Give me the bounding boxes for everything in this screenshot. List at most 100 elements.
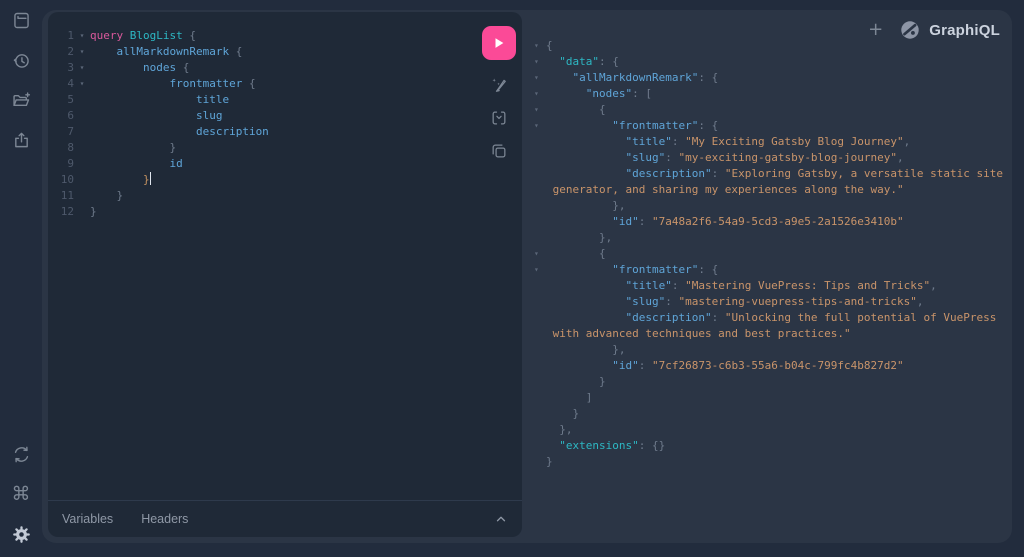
execute-query-button[interactable] bbox=[482, 26, 516, 60]
code-line: "description": "Exploring Gatsby, a vers… bbox=[532, 166, 1010, 182]
line-number: 3 bbox=[56, 60, 74, 76]
merge-icon[interactable] bbox=[487, 106, 511, 130]
code-line: 9 id bbox=[56, 156, 474, 172]
code-line: 10 } bbox=[56, 172, 474, 188]
prettify-icon[interactable] bbox=[487, 73, 511, 97]
tab-variables[interactable]: Variables bbox=[62, 512, 113, 526]
code-line: } bbox=[532, 454, 1010, 470]
code-line: 8 } bbox=[56, 140, 474, 156]
query-editor[interactable]: 1▾query BlogList {2▾ allMarkdownRemark {… bbox=[56, 28, 474, 497]
chevron-up-icon[interactable] bbox=[494, 512, 508, 526]
code-line: 3▾ nodes { bbox=[56, 60, 474, 76]
fold-gutter bbox=[532, 278, 546, 294]
fold-arrow-icon[interactable]: ▾ bbox=[74, 28, 90, 44]
response-panel: + GraphiQL ▾{▾ "data": {▾ "allMarkdownRe… bbox=[528, 10, 1012, 543]
code-line: "id": "7cf26873-c6b3-55a6-b04c-799fc4b82… bbox=[532, 358, 1010, 374]
fold-gutter bbox=[532, 358, 546, 374]
line-number: 2 bbox=[56, 44, 74, 60]
fold-gutter bbox=[532, 182, 546, 198]
fold-gutter bbox=[532, 150, 546, 166]
settings-gear-icon[interactable] bbox=[9, 522, 33, 546]
fold-gutter bbox=[532, 310, 546, 326]
fold-gutter bbox=[532, 454, 546, 470]
fold-arrow-icon[interactable]: ▾ bbox=[74, 60, 90, 76]
response-viewer: ▾{▾ "data": {▾ "allMarkdownRemark": {▾ "… bbox=[532, 38, 1010, 539]
code-line: ▾ "frontmatter": { bbox=[532, 118, 1010, 134]
fold-gutter bbox=[532, 166, 546, 182]
line-number: 7 bbox=[56, 124, 74, 140]
line-number: 6 bbox=[56, 108, 74, 124]
fold-gutter bbox=[532, 422, 546, 438]
code-line: ▾ "frontmatter": { bbox=[532, 262, 1010, 278]
fold-arrow-icon[interactable]: ▾ bbox=[532, 246, 546, 262]
play-icon bbox=[492, 36, 506, 50]
code-line: ▾ "allMarkdownRemark": { bbox=[532, 70, 1010, 86]
fold-arrow-icon[interactable]: ▾ bbox=[532, 38, 546, 54]
fold-gutter bbox=[74, 172, 90, 188]
fold-arrow-icon[interactable]: ▾ bbox=[74, 44, 90, 60]
line-number: 11 bbox=[56, 188, 74, 204]
text-cursor bbox=[150, 172, 152, 185]
fold-gutter bbox=[532, 438, 546, 454]
line-number: 5 bbox=[56, 92, 74, 108]
code-line: }, bbox=[532, 198, 1010, 214]
sidebar: ⌘ bbox=[0, 0, 42, 557]
code-line: "slug": "mastering-vuepress-tips-and-tri… bbox=[532, 294, 1010, 310]
refetch-icon[interactable] bbox=[9, 442, 33, 466]
history-icon[interactable] bbox=[9, 48, 33, 72]
line-number: 9 bbox=[56, 156, 74, 172]
fold-gutter bbox=[74, 140, 90, 156]
code-line: ▾ { bbox=[532, 102, 1010, 118]
code-line: "extensions": {} bbox=[532, 438, 1010, 454]
export-icon[interactable] bbox=[9, 128, 33, 152]
fold-arrow-icon[interactable]: ▾ bbox=[74, 76, 90, 92]
shortcuts-icon[interactable]: ⌘ bbox=[9, 482, 33, 506]
fold-gutter bbox=[532, 406, 546, 422]
brand-text: GraphiQL bbox=[929, 22, 1000, 39]
fold-arrow-icon[interactable]: ▾ bbox=[532, 262, 546, 278]
fold-gutter bbox=[532, 134, 546, 150]
code-line: generator, and sharing my experiences al… bbox=[532, 182, 1010, 198]
fold-arrow-icon[interactable]: ▾ bbox=[532, 70, 546, 86]
fold-arrow-icon[interactable]: ▾ bbox=[532, 54, 546, 70]
fold-gutter bbox=[74, 156, 90, 172]
code-line: ] bbox=[532, 390, 1010, 406]
fold-gutter bbox=[532, 198, 546, 214]
fold-gutter bbox=[532, 326, 546, 342]
fold-gutter bbox=[74, 124, 90, 140]
code-line: "slug": "my-exciting-gatsby-blog-journey… bbox=[532, 150, 1010, 166]
main-panel: 1▾query BlogList {2▾ allMarkdownRemark {… bbox=[42, 10, 1012, 543]
fold-gutter bbox=[532, 294, 546, 310]
footer-tabs: Variables Headers bbox=[48, 500, 522, 537]
fold-gutter bbox=[532, 390, 546, 406]
code-line: ▾ "data": { bbox=[532, 54, 1010, 70]
add-tab-button[interactable]: + bbox=[866, 21, 885, 39]
code-line: "title": "Mastering VuePress: Tips and T… bbox=[532, 278, 1010, 294]
line-number: 1 bbox=[56, 28, 74, 44]
fold-gutter bbox=[74, 188, 90, 204]
fold-gutter bbox=[532, 374, 546, 390]
code-line: }, bbox=[532, 230, 1010, 246]
fold-gutter bbox=[532, 230, 546, 246]
copy-icon[interactable] bbox=[487, 139, 511, 163]
fold-arrow-icon[interactable]: ▾ bbox=[532, 86, 546, 102]
fold-gutter bbox=[532, 214, 546, 230]
fold-arrow-icon[interactable]: ▾ bbox=[532, 118, 546, 134]
docs-icon[interactable] bbox=[9, 8, 33, 32]
code-line: ▾ { bbox=[532, 246, 1010, 262]
code-line: "description": "Unlocking the full poten… bbox=[532, 310, 1010, 326]
code-line: 7 description bbox=[56, 124, 474, 140]
code-line: }, bbox=[532, 422, 1010, 438]
line-number: 8 bbox=[56, 140, 74, 156]
code-line: } bbox=[532, 374, 1010, 390]
fold-arrow-icon[interactable]: ▾ bbox=[532, 102, 546, 118]
code-line: with advanced techniques and best practi… bbox=[532, 326, 1010, 342]
tab-headers[interactable]: Headers bbox=[141, 512, 188, 526]
line-number: 4 bbox=[56, 76, 74, 92]
line-number: 12 bbox=[56, 204, 74, 220]
explorer-icon[interactable] bbox=[9, 88, 33, 112]
line-number: 10 bbox=[56, 172, 74, 188]
code-line: ▾{ bbox=[532, 38, 1010, 54]
fold-gutter bbox=[532, 342, 546, 358]
code-line: 6 slug bbox=[56, 108, 474, 124]
